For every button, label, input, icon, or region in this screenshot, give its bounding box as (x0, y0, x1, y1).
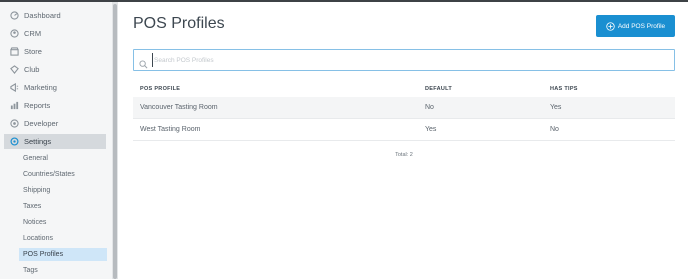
search-input[interactable] (152, 53, 652, 67)
sidebar-item-store[interactable]: Store (4, 44, 106, 59)
add-pos-profile-label: Add POS Profile (617, 22, 666, 30)
cell-default: Yes (425, 126, 437, 133)
club-icon (9, 65, 19, 75)
crm-icon (9, 29, 19, 39)
sidebar-item-reports[interactable]: Reports (4, 98, 106, 113)
sidebar-subitem-label: General (23, 155, 48, 162)
sidebar-item-label: Store (24, 47, 42, 56)
add-pos-profile-button[interactable]: Add POS Profile (596, 15, 675, 37)
sidebar-item-club[interactable]: Club (4, 62, 106, 77)
sidebar-subitem-label: Notices (23, 219, 47, 226)
table-row[interactable]: Vancouver Tasting Room No Yes (133, 97, 675, 119)
sidebar-subitem-label: Countries/States (23, 171, 75, 178)
sidebar-item-label: Dashboard (24, 11, 61, 20)
reports-icon (9, 101, 19, 111)
search-box (133, 49, 675, 71)
sidebar-subitem-label: Taxes (23, 203, 42, 210)
sidebar: Dashboard CRM Store Club Marketing Repor… (0, 2, 112, 279)
sidebar-item-label: Reports (24, 101, 51, 110)
cell-default: No (425, 104, 434, 111)
sidebar-scrollbar-thumb[interactable] (113, 4, 117, 279)
developer-icon (9, 119, 19, 129)
sidebar-subitem-label: Tags (23, 267, 38, 274)
search-icon (139, 56, 148, 68)
table-total: Total: 2 (395, 152, 413, 158)
cell-has-tips: No (550, 126, 559, 133)
sidebar-item-crm[interactable]: CRM (4, 26, 106, 41)
sidebar-subitem-label: POS Profiles (23, 251, 64, 258)
sidebar-item-label: Developer (24, 119, 59, 128)
page-title: POS Profiles (133, 15, 225, 32)
dashboard-icon (9, 11, 19, 21)
sidebar-item-label: CRM (24, 29, 42, 38)
sidebar-item-label: Club (24, 65, 40, 74)
marketing-icon (9, 83, 19, 93)
cell-pos-profile[interactable]: West Tasting Room (140, 119, 200, 140)
sidebar-subitem-general[interactable]: General (19, 152, 107, 165)
sidebar-item-dashboard[interactable]: Dashboard (4, 8, 106, 23)
column-header-default[interactable]: DEFAULT (425, 86, 452, 92)
sidebar-subitem-label: Locations (23, 235, 53, 242)
sidebar-subitem-taxes[interactable]: Taxes (19, 200, 107, 213)
sidebar-subitem-countries-states[interactable]: Countries/States (19, 168, 107, 181)
sidebar-subitem-shipping[interactable]: Shipping (19, 184, 107, 197)
sidebar-item-label: Marketing (24, 83, 57, 92)
sidebar-item-settings[interactable]: Settings (4, 134, 106, 149)
sidebar-subitem-notices[interactable]: Notices (19, 216, 107, 229)
sidebar-item-developer[interactable]: Developer (4, 116, 106, 131)
cell-pos-profile[interactable]: Vancouver Tasting Room (140, 97, 218, 118)
sidebar-subitem-locations[interactable]: Locations (19, 232, 107, 245)
store-icon (9, 47, 19, 57)
sidebar-subitem-tags[interactable]: Tags (19, 264, 107, 277)
sidebar-subitem-label: Shipping (23, 187, 51, 194)
sidebar-subitem-pos-profiles[interactable]: POS Profiles (19, 248, 107, 261)
cell-has-tips: Yes (550, 104, 562, 111)
table-row[interactable]: West Tasting Room Yes No (133, 119, 675, 141)
sidebar-item-marketing[interactable]: Marketing (4, 80, 106, 95)
column-header-has-tips[interactable]: HAS TIPS (550, 86, 578, 92)
main-content: POS Profiles Add POS Profile POS PROFILE… (118, 2, 688, 279)
column-header-pos-profile[interactable]: POS PROFILE (140, 86, 180, 92)
gear-icon (9, 137, 19, 147)
plus-circle-icon (606, 21, 615, 31)
sidebar-item-label: Settings (24, 137, 52, 146)
